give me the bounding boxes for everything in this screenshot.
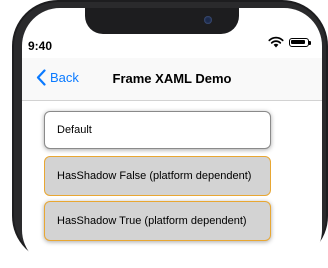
navigation-bar: Back Frame XAML Demo bbox=[22, 58, 322, 101]
frame-hasshadow-false-label: HasShadow False (platform dependent) bbox=[57, 170, 252, 182]
frame-default: Default bbox=[44, 111, 271, 149]
notch bbox=[85, 8, 239, 34]
page-title: Frame XAML Demo bbox=[112, 71, 232, 86]
battery-icon bbox=[289, 37, 311, 47]
frame-hasshadow-true: HasShadow True (platform dependent) bbox=[44, 201, 271, 241]
frame-default-label: Default bbox=[57, 124, 92, 136]
frame-hasshadow-true-label: HasShadow True (platform dependent) bbox=[57, 215, 247, 227]
status-icons bbox=[268, 36, 311, 48]
battery-level bbox=[291, 39, 306, 45]
status-time: 9:40 bbox=[28, 39, 53, 53]
front-camera-icon bbox=[204, 16, 212, 24]
frame-hasshadow-false: HasShadow False (platform dependent) bbox=[44, 156, 271, 196]
wifi-icon bbox=[268, 36, 284, 48]
